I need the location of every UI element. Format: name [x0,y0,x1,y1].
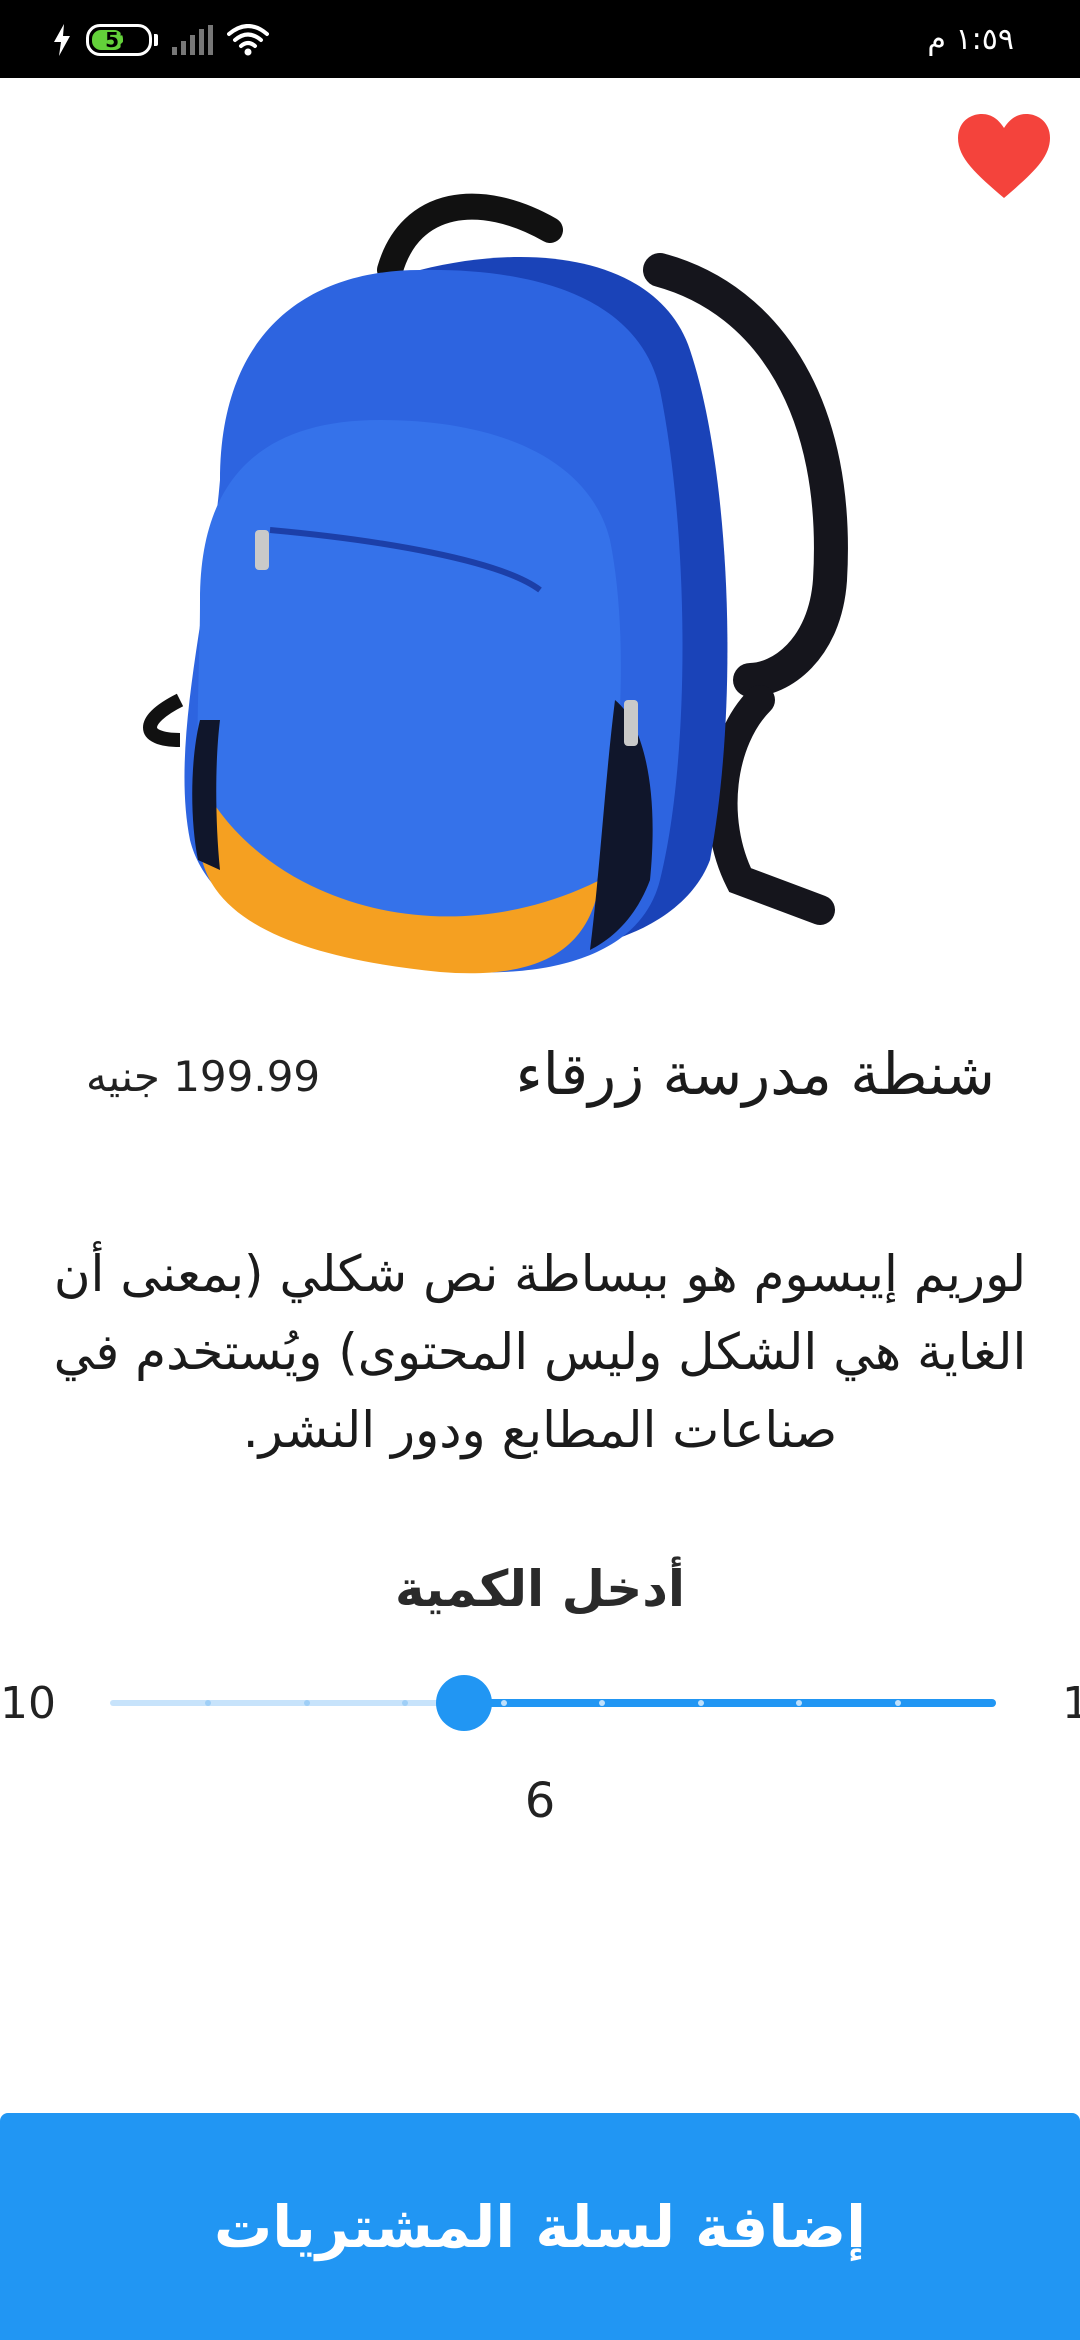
blue-backpack-image [143,193,848,974]
signal-icon [172,25,213,55]
slider-tick [697,1700,704,1706]
slider-tick [894,1700,901,1706]
quantity-slider-active-track [465,1699,996,1707]
product-price: 199.99 جنيه [86,1052,321,1101]
slider-tick [500,1700,507,1706]
status-bar: 52 ١:٥٩ م [0,0,1080,78]
charging-bolt-icon [54,24,70,56]
add-to-cart-button[interactable]: إضافة لسلة المشتريات [0,2113,1080,2340]
heart-icon[interactable] [956,112,1052,202]
slider-max-label: 10 [0,1678,56,1729]
battery-icon: 52 [86,24,152,56]
quantity-slider-thumb[interactable] [436,1675,492,1731]
product-description: لوريم إيبسوم هو ببساطة نص شكلي (بمعنى أن… [53,1245,1027,1459]
quantity-value: 6 [524,1773,556,1829]
status-icons: 52 [52,20,269,60]
slider-tick [303,1700,310,1706]
wifi-icon [227,24,269,56]
product-title: شنطة مدرسة زرقاء [515,1040,995,1108]
battery-level: 52 [105,28,133,52]
quantity-label: أدخل الكمية [394,1560,686,1618]
status-time: ١:٥٩ م [927,22,1014,57]
slider-min-label: 1 [1062,1678,1080,1729]
battery-nub [154,34,158,46]
